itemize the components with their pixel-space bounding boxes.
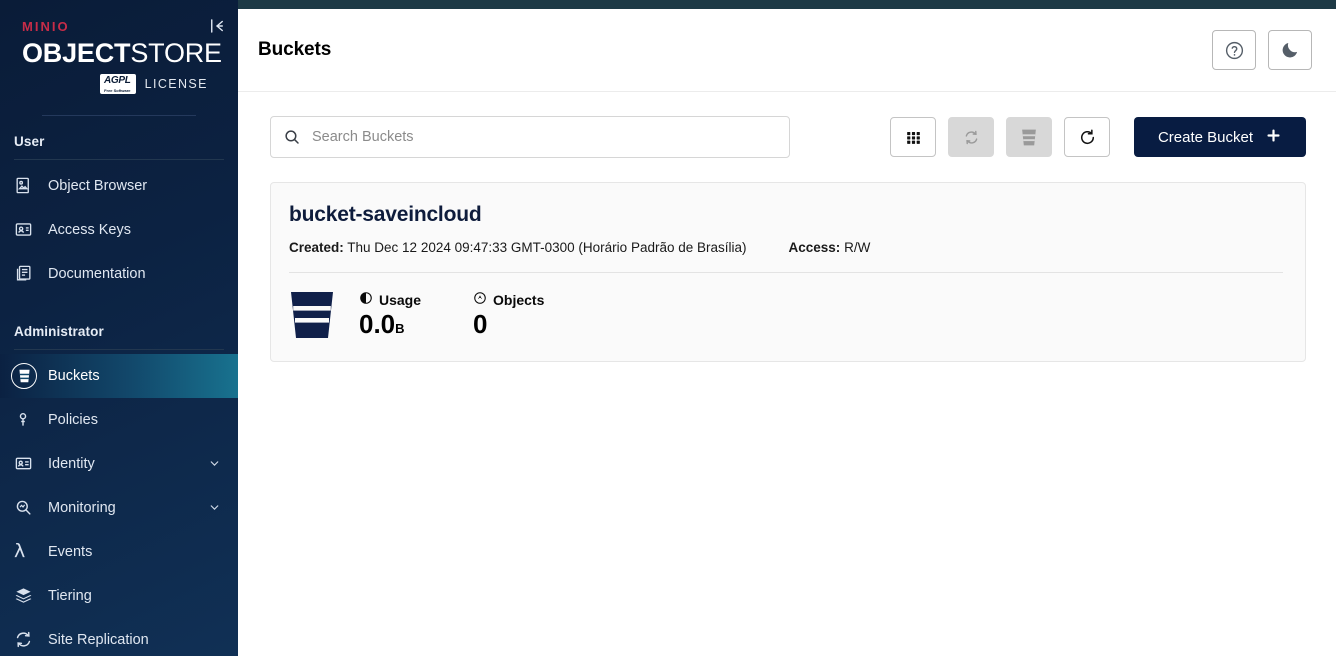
bucket-glyph-icon xyxy=(289,289,337,341)
search-buckets-field[interactable] xyxy=(270,116,790,158)
monitoring-icon xyxy=(14,498,48,517)
grid-view-button[interactable] xyxy=(890,117,936,157)
agpl-badge-subtext: Free Software xyxy=(104,87,131,93)
sidebar-section-divider xyxy=(14,158,224,160)
sidebar-logo: MINIO OBJECTSTORE AGPL Free Software LIC… xyxy=(0,0,238,116)
documentation-icon xyxy=(14,264,48,283)
sidebar-item-label: Events xyxy=(48,543,93,560)
dark-mode-moon-icon[interactable] xyxy=(1268,30,1312,70)
page-title: Buckets xyxy=(258,39,332,60)
sidebar-nav: User Object Browser Access Keys Document… xyxy=(0,116,238,656)
usage-value-wrap: 0.0B xyxy=(359,311,421,338)
bucket-access-label: Access: xyxy=(788,240,841,255)
bucket-icon xyxy=(11,362,48,389)
objects-label: Objects xyxy=(493,291,545,308)
sidebar-section-divider xyxy=(14,348,224,350)
sidebar-item-label: Documentation xyxy=(48,265,146,282)
site-replication-icon xyxy=(14,630,48,649)
sidebar-logo-divider xyxy=(42,114,196,116)
top-accent-strip xyxy=(238,0,1336,9)
bucket-access: Access: R/W xyxy=(789,240,871,255)
chevron-down-icon xyxy=(208,457,224,470)
sidebar-item-label: Monitoring xyxy=(48,499,116,516)
minio-console: MINIO OBJECTSTORE AGPL Free Software LIC… xyxy=(0,0,1336,656)
tiering-icon xyxy=(14,586,48,605)
sidebar-item-object-browser[interactable]: Object Browser xyxy=(0,164,238,208)
objects-value: 0 xyxy=(473,309,488,340)
sidebar-section-administrator: Administrator xyxy=(14,323,104,339)
toolbar-buttons: Create Bucket xyxy=(890,117,1306,157)
delete-buckets-button xyxy=(1006,117,1052,157)
header-actions xyxy=(1212,30,1312,70)
license-row: AGPL Free Software LICENSE xyxy=(22,74,216,94)
access-keys-icon xyxy=(14,220,48,239)
sidebar-item-documentation[interactable]: Documentation xyxy=(0,252,238,296)
minio-brand-text: MINIO xyxy=(22,19,70,34)
sidebar: MINIO OBJECTSTORE AGPL Free Software LIC… xyxy=(0,0,238,656)
search-icon xyxy=(283,128,301,146)
bucket-created-value: Thu Dec 12 2024 09:47:33 GMT-0300 (Horár… xyxy=(347,240,747,255)
pie-chart-icon xyxy=(359,291,373,308)
policies-icon xyxy=(14,411,48,429)
sidebar-item-access-keys[interactable]: Access Keys xyxy=(0,208,238,252)
bucket-name: bucket-saveincloud xyxy=(289,203,482,226)
sidebar-item-label: Tiering xyxy=(48,587,92,604)
sidebar-item-label: Access Keys xyxy=(48,221,131,238)
refresh-button[interactable] xyxy=(1064,117,1110,157)
events-lambda-icon: λ xyxy=(14,540,26,562)
object-store-title: OBJECTSTORE xyxy=(22,38,222,68)
bucket-card[interactable]: bucket-saveincloud Created: Thu Dec 12 2… xyxy=(270,182,1306,362)
sidebar-item-tiering[interactable]: Tiering xyxy=(0,574,238,618)
plus-icon xyxy=(1265,127,1282,148)
usage-label: Usage xyxy=(379,291,422,308)
main-content: Buckets Search Buckets Create Bucket buc… xyxy=(238,0,1336,656)
sidebar-item-label: Policies xyxy=(48,411,98,428)
sidebar-item-label: Site Replication xyxy=(48,631,149,648)
bucket-created-label: Created: xyxy=(289,240,344,255)
sidebar-item-label: Object Browser xyxy=(48,177,148,194)
create-bucket-label: Create Bucket xyxy=(1157,128,1254,146)
usage-stat: Usage 0.0B xyxy=(359,291,421,338)
set-replication-button xyxy=(948,117,994,157)
agpl-badge: AGPL Free Software xyxy=(100,74,136,94)
sidebar-item-events[interactable]: λ Events xyxy=(0,530,238,574)
search-input[interactable] xyxy=(312,129,777,145)
usage-unit: B xyxy=(395,321,405,337)
usage-head: Usage xyxy=(359,291,421,308)
identity-icon xyxy=(14,454,48,473)
agpl-badge-text: AGPL xyxy=(104,75,131,86)
sidebar-item-monitoring[interactable]: Monitoring xyxy=(0,486,238,530)
bucket-stats: Usage 0.0B Objects 0 xyxy=(289,289,1283,341)
usage-value: 0.0 xyxy=(359,309,396,340)
license-label: LICENSE xyxy=(144,76,208,91)
chevron-down-icon xyxy=(208,501,224,514)
buckets-page-body: Create Bucket bucket-saveincloud Created… xyxy=(238,92,1336,656)
bucket-meta-row: Created: Thu Dec 12 2024 09:47:33 GMT-03… xyxy=(289,240,1283,255)
page-header: Buckets xyxy=(238,9,1336,92)
sidebar-item-site-replication[interactable]: Site Replication xyxy=(0,618,238,656)
collapse-sidebar-icon[interactable] xyxy=(206,15,228,37)
object-store-title-light: STORE xyxy=(130,38,222,68)
help-circle-icon[interactable] xyxy=(1212,30,1256,70)
create-bucket-button[interactable]: Create Bucket xyxy=(1134,117,1306,157)
objects-head: Objects xyxy=(473,291,544,308)
sidebar-section-user: User xyxy=(14,133,45,149)
card-divider xyxy=(289,272,1283,273)
bucket-access-value: R/W xyxy=(844,240,871,255)
objects-stat: Objects 0 xyxy=(473,291,544,338)
sidebar-item-buckets[interactable]: Buckets xyxy=(0,353,238,398)
sidebar-item-identity[interactable]: Identity xyxy=(0,442,238,486)
sidebar-item-label: Identity xyxy=(48,455,95,472)
objects-circle-icon xyxy=(473,291,487,308)
bucket-created: Created: Thu Dec 12 2024 09:47:33 GMT-03… xyxy=(289,240,747,255)
sidebar-item-label: Buckets xyxy=(48,367,100,384)
sidebar-item-policies[interactable]: Policies xyxy=(0,398,238,442)
buckets-toolbar: Create Bucket xyxy=(270,116,1306,158)
object-browser-icon xyxy=(14,176,48,195)
object-store-title-bold: OBJECT xyxy=(22,38,131,68)
